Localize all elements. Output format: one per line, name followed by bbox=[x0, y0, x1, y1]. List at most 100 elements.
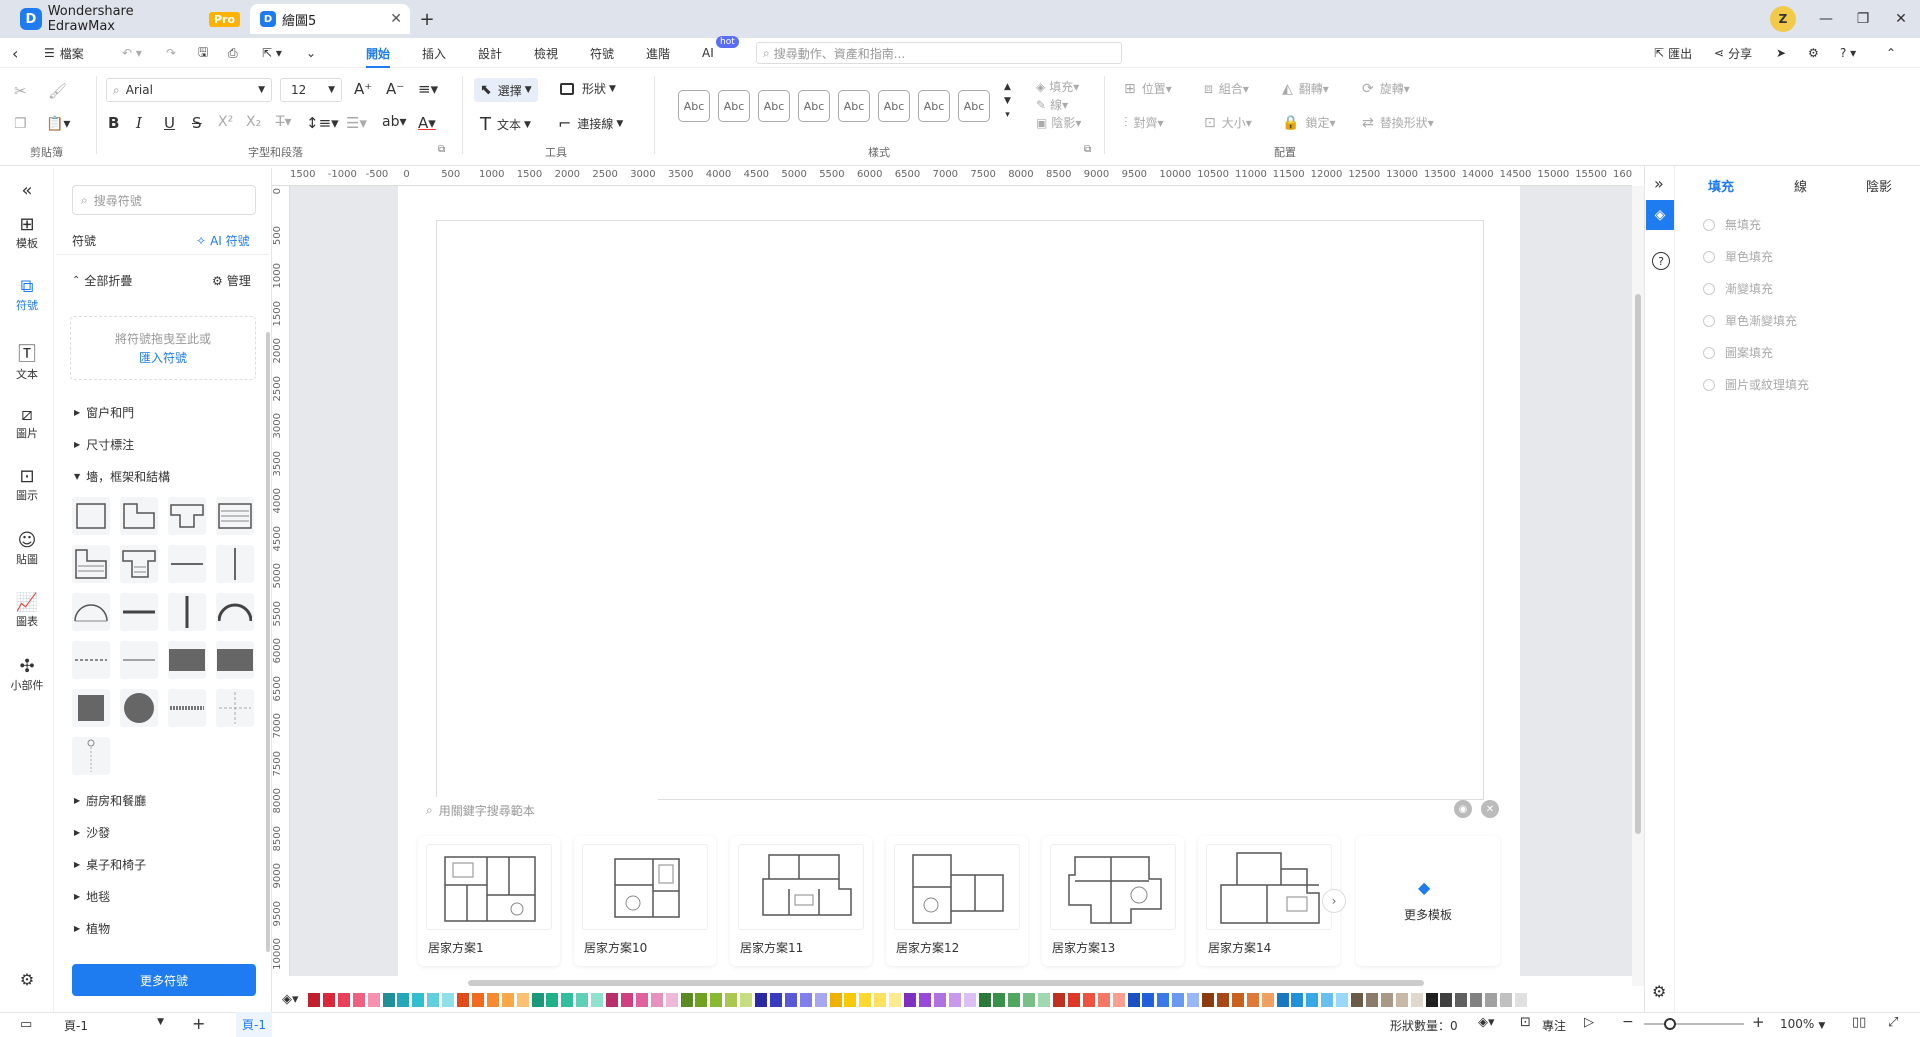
italic-icon[interactable]: I bbox=[136, 114, 142, 132]
increase-font-icon[interactable]: A⁺ bbox=[354, 80, 372, 98]
color-swatch[interactable] bbox=[308, 993, 320, 1007]
wall-shape[interactable] bbox=[120, 497, 158, 535]
color-swatch[interactable] bbox=[516, 993, 529, 1007]
solid-wall-shape[interactable] bbox=[168, 641, 206, 679]
redo-icon[interactable]: ↷ bbox=[166, 38, 176, 68]
color-swatch[interactable] bbox=[680, 993, 693, 1007]
tab-view[interactable]: 檢視 bbox=[534, 38, 558, 68]
restore-icon[interactable]: ❐ bbox=[1852, 8, 1874, 30]
color-swatch[interactable] bbox=[904, 993, 916, 1007]
color-swatch[interactable] bbox=[814, 993, 827, 1007]
doc-tab[interactable]: D 繪圖5 ✕ bbox=[250, 4, 410, 34]
template-card[interactable]: 居家方案10 bbox=[574, 836, 716, 966]
color-swatch[interactable] bbox=[397, 993, 410, 1007]
color-swatch[interactable] bbox=[1038, 993, 1051, 1007]
collapse-ribbon-icon[interactable]: ⌃ bbox=[1886, 38, 1896, 68]
save-icon[interactable]: 🖫 bbox=[198, 38, 208, 68]
line-button[interactable]: ✎ 線 ▾ bbox=[1036, 96, 1068, 113]
color-swatch[interactable] bbox=[1485, 993, 1498, 1007]
color-swatch[interactable] bbox=[382, 993, 395, 1007]
color-swatch[interactable] bbox=[665, 993, 678, 1007]
solid-wall-shape[interactable] bbox=[216, 641, 254, 679]
color-swatch[interactable] bbox=[1336, 993, 1349, 1007]
fit-page-icon[interactable]: ⤢ bbox=[1888, 1015, 1898, 1030]
color-swatch[interactable] bbox=[710, 993, 723, 1007]
align-text-icon[interactable]: ≡▾ bbox=[418, 80, 438, 98]
panel-scrollbar[interactable] bbox=[266, 332, 270, 952]
color-swatch[interactable] bbox=[1112, 993, 1125, 1007]
fill-option[interactable]: 圖案填充 bbox=[1703, 344, 1773, 361]
strikethrough-icon[interactable]: S bbox=[192, 114, 202, 132]
collapse-panel-icon[interactable]: « bbox=[0, 180, 54, 201]
font-dialog-icon[interactable]: ⧉ bbox=[438, 144, 445, 155]
section-sofa[interactable]: ▶ 沙發 bbox=[74, 824, 110, 841]
zoom-out-icon[interactable]: − bbox=[1622, 1014, 1634, 1030]
rail-icons[interactable]: ⊡ 圖示 bbox=[0, 466, 54, 503]
color-swatch[interactable] bbox=[1008, 993, 1021, 1007]
subscript-icon[interactable]: X₂ bbox=[246, 114, 261, 130]
style-preset[interactable]: Abc bbox=[918, 90, 950, 122]
align-button[interactable]: ⫶ 對齊 ▾ bbox=[1124, 114, 1164, 131]
color-swatch[interactable] bbox=[948, 993, 961, 1007]
symbol-search-input[interactable]: ⌕ 搜尋符號 bbox=[72, 185, 256, 215]
color-swatch[interactable] bbox=[1470, 993, 1483, 1007]
settings-icon[interactable]: ⚙ bbox=[1808, 38, 1819, 68]
book-view-icon[interactable]: ▯▯ bbox=[1852, 1015, 1866, 1030]
position-button[interactable]: ⊞ 位置 ▾ bbox=[1124, 80, 1172, 97]
section-dimensions[interactable]: ▶ 尺寸標注 bbox=[74, 436, 134, 453]
fill-option[interactable]: 單色漸變填充 bbox=[1703, 312, 1797, 329]
section-plants[interactable]: ▶ 植物 bbox=[74, 920, 110, 937]
square-column-shape[interactable] bbox=[72, 689, 110, 727]
font-color-icon[interactable]: A▾ bbox=[418, 114, 436, 132]
color-swatch[interactable] bbox=[606, 993, 618, 1007]
rail-stickers[interactable]: ☺ 貼圖 bbox=[0, 530, 54, 567]
color-swatch[interactable] bbox=[918, 993, 931, 1007]
add-page-icon[interactable]: + bbox=[192, 1014, 205, 1033]
color-swatch[interactable] bbox=[1187, 993, 1200, 1007]
color-swatch[interactable] bbox=[1053, 993, 1065, 1007]
color-swatch[interactable] bbox=[1067, 993, 1080, 1007]
template-card[interactable]: 居家方案1 bbox=[418, 836, 560, 966]
color-swatch[interactable] bbox=[740, 993, 753, 1007]
color-swatch[interactable] bbox=[337, 993, 350, 1007]
size-button[interactable]: ⊡ 大小 ▾ bbox=[1204, 114, 1252, 131]
fill-bucket-icon[interactable]: ◈ bbox=[1646, 200, 1674, 230]
color-swatch[interactable] bbox=[1246, 993, 1259, 1007]
color-swatch[interactable] bbox=[1514, 993, 1527, 1007]
tab-fill[interactable]: 填充 bbox=[1708, 176, 1734, 195]
color-swatch[interactable] bbox=[1455, 993, 1468, 1007]
color-swatch[interactable] bbox=[829, 993, 842, 1007]
collapse-all-button[interactable]: ⌃ 全部折疊 bbox=[72, 272, 132, 289]
paste-icon[interactable]: 📋▾ bbox=[46, 116, 70, 132]
print-icon[interactable]: ⎙ bbox=[228, 38, 238, 68]
color-swatch[interactable] bbox=[367, 993, 380, 1007]
more-templates-card[interactable]: ◆ 更多模板 bbox=[1356, 836, 1500, 966]
wall-vertical-shape[interactable] bbox=[216, 545, 254, 583]
color-swatch[interactable] bbox=[650, 993, 663, 1007]
tab-ai[interactable]: AI hot bbox=[702, 36, 739, 68]
back-icon[interactable]: ‹ bbox=[12, 38, 18, 68]
rail-widgets[interactable]: ✣ 小部件 bbox=[0, 656, 54, 693]
tab-insert[interactable]: 插入 bbox=[422, 38, 446, 68]
fill-picker-icon[interactable]: ◈▾ bbox=[282, 992, 299, 1007]
template-card[interactable]: 居家方案13 bbox=[1042, 836, 1184, 966]
text-tool[interactable]: T 文本 ▼ bbox=[480, 114, 531, 135]
section-tables[interactable]: ▶ 桌子和椅子 bbox=[74, 856, 146, 873]
template-search-input[interactable]: ⌕ 用關鍵字搜尋範本 bbox=[420, 797, 658, 823]
thick-wall-shape[interactable] bbox=[120, 593, 158, 631]
template-card[interactable]: 居家方案12 bbox=[886, 836, 1028, 966]
help-icon[interactable]: ? bbox=[1652, 252, 1670, 270]
color-swatch[interactable] bbox=[486, 993, 499, 1007]
color-swatch[interactable] bbox=[725, 993, 738, 1007]
tab-line[interactable]: 線 bbox=[1794, 176, 1807, 195]
color-swatch[interactable] bbox=[1157, 993, 1170, 1007]
fill-option[interactable]: 單色填充 bbox=[1703, 248, 1773, 265]
line-spacing-icon[interactable]: ↕≡▾ bbox=[306, 114, 339, 132]
rail-text[interactable]: 🅃 文本 bbox=[0, 340, 54, 382]
section-kitchen[interactable]: ▶ 廚房和餐廳 bbox=[74, 792, 146, 809]
fill-option[interactable]: 無填充 bbox=[1703, 216, 1761, 233]
style-dialog-icon[interactable]: ⧉ bbox=[1084, 144, 1091, 155]
color-swatch[interactable] bbox=[1276, 993, 1289, 1007]
ai-symbol-button[interactable]: ✧ AI 符號 bbox=[196, 232, 250, 249]
focus-label[interactable]: 專注 bbox=[1542, 1017, 1566, 1034]
